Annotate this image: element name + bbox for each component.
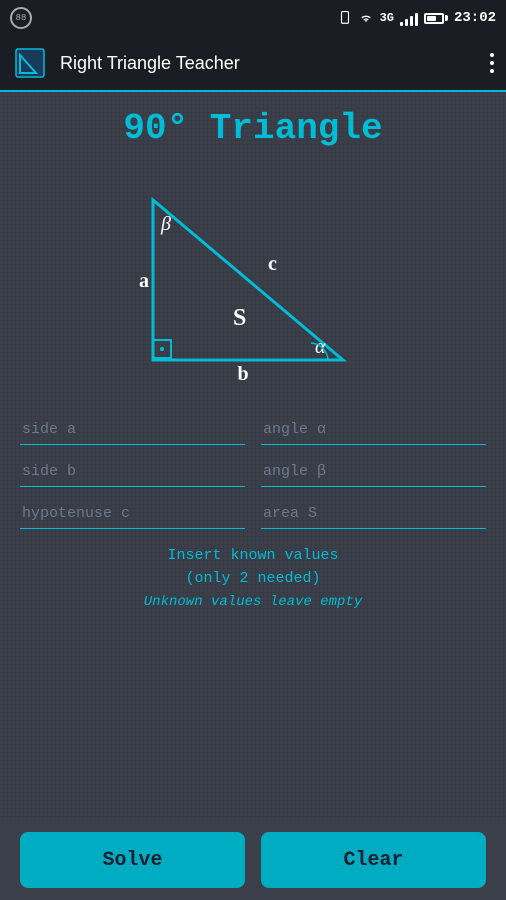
instructions-line3: Unknown values leave empty <box>144 594 362 610</box>
action-buttons: Solve Clear <box>0 820 506 900</box>
hypotenuse-c-input[interactable] <box>20 499 245 529</box>
label-s: S <box>233 305 246 331</box>
angle-alpha-input[interactable] <box>261 415 486 445</box>
signal-strength-icon <box>400 10 418 26</box>
phone-icon <box>338 11 352 25</box>
status-right: 3G 23:02 <box>338 10 496 26</box>
app-logo-icon <box>12 45 48 81</box>
instructions-line2: (only 2 needed) <box>144 568 362 591</box>
clock: 23:02 <box>454 10 496 26</box>
angle-beta-input[interactable] <box>261 457 486 487</box>
solve-button[interactable]: Solve <box>20 832 245 888</box>
side-b-field-group <box>20 457 245 487</box>
status-bar: 88 3G <box>0 0 506 36</box>
triangle-svg: a b c S β α <box>123 175 383 385</box>
instructions-line1: Insert known values <box>144 545 362 568</box>
network-type: 3G <box>380 11 394 25</box>
battery-icon <box>424 13 448 24</box>
app-bar: Right Triangle Teacher <box>0 36 506 92</box>
main-content: 90° Triangle a b c S β α <box>0 92 506 900</box>
app-title: Right Triangle Teacher <box>60 53 490 74</box>
side-a-input[interactable] <box>20 415 245 445</box>
label-b: b <box>237 363 248 385</box>
wifi-icon <box>358 12 374 24</box>
instructions-text: Insert known values (only 2 needed) Unkn… <box>144 545 362 610</box>
angle-alpha-field-group <box>261 415 486 445</box>
clear-button[interactable]: Clear <box>261 832 486 888</box>
app-badge: 88 <box>10 7 32 29</box>
label-a: a <box>139 270 149 292</box>
hypotenuse-c-field-group <box>20 499 245 529</box>
overflow-menu-button[interactable] <box>490 53 494 73</box>
label-c: c <box>268 253 277 275</box>
area-s-input[interactable] <box>261 499 486 529</box>
page-title: 90° Triangle <box>123 108 382 149</box>
area-s-field-group <box>261 499 486 529</box>
input-fields <box>20 415 486 529</box>
angle-beta-field-group <box>261 457 486 487</box>
side-b-input[interactable] <box>20 457 245 487</box>
triangle-diagram: a b c S β α <box>20 165 486 395</box>
status-left: 88 <box>10 7 32 29</box>
label-beta: β <box>160 213 171 235</box>
side-a-field-group <box>20 415 245 445</box>
